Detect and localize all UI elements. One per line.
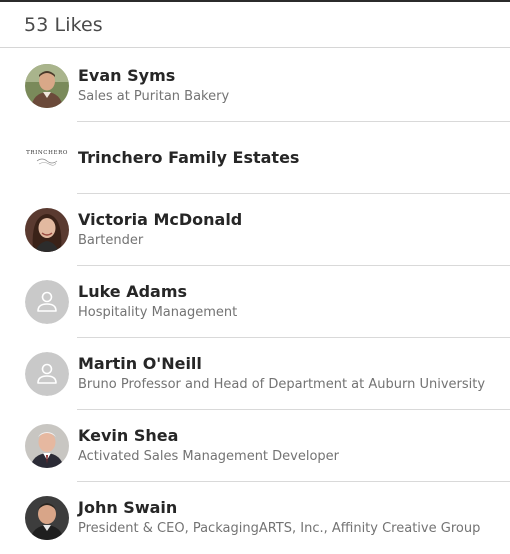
liker-headline: Hospitality Management xyxy=(78,305,238,320)
liker-name[interactable]: Victoria McDonald xyxy=(78,210,242,229)
list-item-john-swain[interactable]: John Swain President & CEO, PackagingART… xyxy=(0,482,510,554)
liker-name[interactable]: Trinchero Family Estates xyxy=(78,148,299,167)
company-logo[interactable]: TRINCHERO xyxy=(25,144,69,172)
person-photo-icon[interactable] xyxy=(25,424,69,468)
svg-text:TRINCHERO: TRINCHERO xyxy=(26,150,68,156)
person-photo-icon[interactable] xyxy=(25,208,69,252)
liker-headline: Bruno Professor and Head of Department a… xyxy=(78,377,486,392)
list-item-luke-adams[interactable]: Luke Adams Hospitality Management xyxy=(0,266,510,338)
liker-headline: Activated Sales Management Developer xyxy=(78,449,340,464)
liker-headline: President & CEO, PackagingARTS, Inc., Af… xyxy=(78,521,481,536)
likes-header: 53 Likes xyxy=(0,2,510,48)
list-item-trinchero-family-estates[interactable]: TRINCHERO Trinchero Family Estates xyxy=(0,122,510,194)
list-item-evan-syms[interactable]: Evan Syms Sales at Puritan Bakery xyxy=(0,50,510,122)
liker-name[interactable]: Martin O'Neill xyxy=(78,354,202,373)
person-photo-icon[interactable] xyxy=(25,496,69,540)
liker-name[interactable]: John Swain xyxy=(78,498,177,517)
liker-headline: Bartender xyxy=(78,233,144,248)
default-person-icon[interactable] xyxy=(25,352,69,396)
likes-count-title: 53 Likes xyxy=(24,14,103,36)
default-person-icon[interactable] xyxy=(25,280,69,324)
list-item-victoria-mcdonald[interactable]: Victoria McDonald Bartender xyxy=(0,194,510,266)
liker-headline: Sales at Puritan Bakery xyxy=(78,89,230,104)
list-item-kevin-shea[interactable]: Kevin Shea Activated Sales Management De… xyxy=(0,410,510,482)
liker-name[interactable]: Evan Syms xyxy=(78,66,175,85)
likes-list: Evan Syms Sales at Puritan Bakery TRINCH… xyxy=(0,50,510,554)
list-item-martin-oneill[interactable]: Martin O'Neill Bruno Professor and Head … xyxy=(0,338,510,410)
liker-name[interactable]: Luke Adams xyxy=(78,282,187,301)
liker-name[interactable]: Kevin Shea xyxy=(78,426,178,445)
person-photo-icon[interactable] xyxy=(25,64,69,108)
